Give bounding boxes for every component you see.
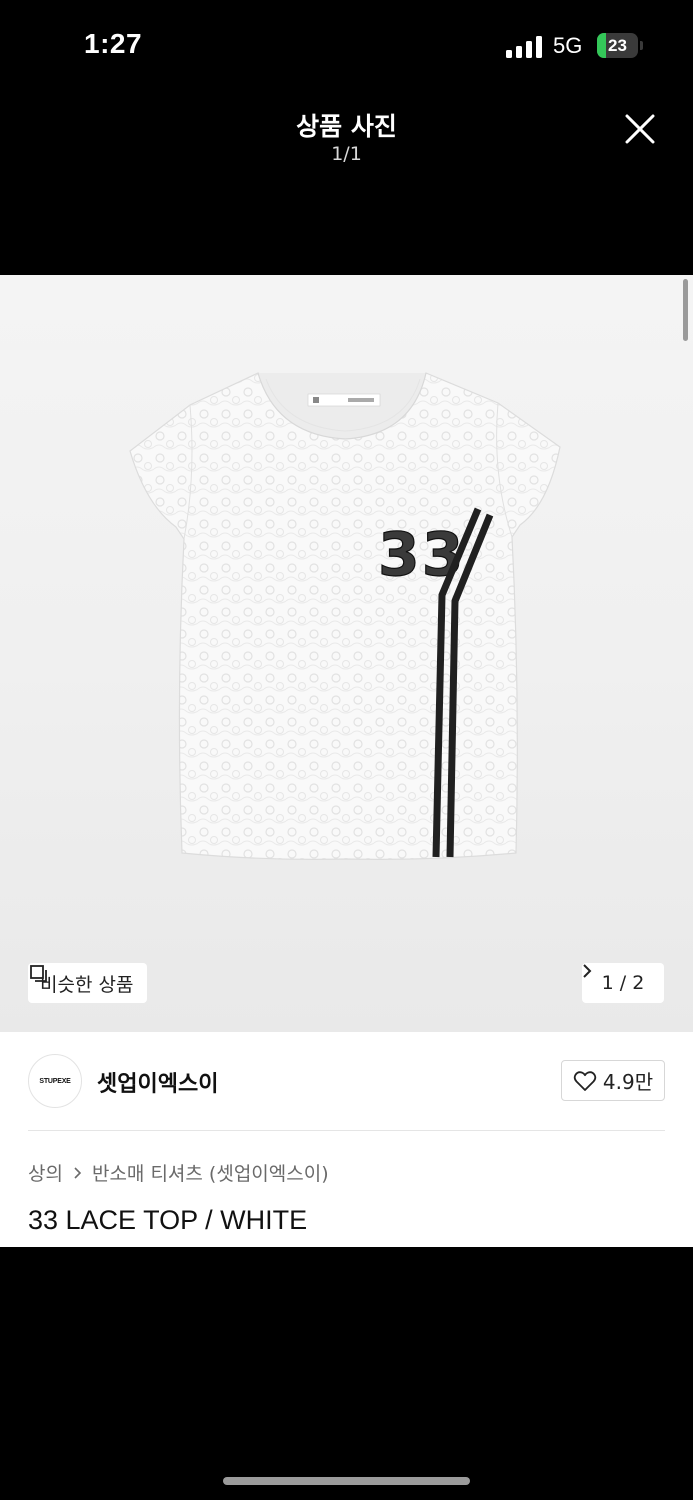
viewer-title: 상품 사진 [296, 112, 397, 141]
network-type: 5G [553, 33, 583, 58]
scrollbar[interactable] [683, 279, 688, 341]
photo-viewer-header: 상품 사진 1/1 [0, 92, 693, 275]
product-title: 33 LACE TOP / WHITE [28, 1205, 308, 1235]
brand-name[interactable]: 셋업이엑스이 [97, 1066, 218, 1098]
breadcrumb-subcategory[interactable]: 반소매 티셔츠 (셋업이엑스이) [92, 1159, 329, 1186]
shirt-print-number: 33 [378, 520, 466, 590]
signal-icon [506, 36, 542, 58]
similar-products-button[interactable]: 비슷한 상품 [28, 963, 148, 1003]
divider [28, 1130, 665, 1131]
chevron-right-icon [583, 964, 592, 978]
status-bar: 1:27 5G 23 [0, 0, 693, 92]
product-detail[interactable]: 33 비슷한 상품 1 / 2 STUPEXE 셋업이엑스이 4.9만 상의 반… [0, 275, 693, 1247]
breadcrumb: 상의 반소매 티셔츠 (셋업이엑스이) [28, 1159, 329, 1186]
battery-level: 23 [608, 36, 627, 55]
status-time: 1:27 [84, 28, 143, 59]
similar-products-label: 비슷한 상품 [40, 973, 134, 996]
similar-items-icon [30, 965, 47, 982]
image-page-text: 1 / 2 [601, 972, 645, 994]
tshirt-image: 33 [129, 372, 561, 860]
close-button[interactable] [620, 109, 660, 149]
breadcrumb-category[interactable]: 상의 [28, 1159, 63, 1186]
close-icon [625, 114, 655, 144]
image-page-indicator[interactable]: 1 / 2 [582, 963, 664, 1003]
battery-icon: 23 [597, 33, 644, 58]
brand-row[interactable]: STUPEXE 셋업이엑스이 4.9만 [0, 1032, 693, 1130]
brand-logo[interactable]: STUPEXE [28, 1054, 82, 1108]
like-count: 4.9만 [602, 1070, 654, 1094]
brand-logo-text: STUPEXE [39, 1077, 71, 1085]
heart-icon [573, 1070, 597, 1091]
product-photo[interactable]: 33 비슷한 상품 1 / 2 [0, 275, 693, 1032]
like-button[interactable]: 4.9만 [561, 1060, 665, 1101]
photo-counter: 1/1 [331, 143, 362, 165]
home-indicator[interactable] [223, 1477, 470, 1485]
chevron-right-icon [74, 1166, 82, 1179]
